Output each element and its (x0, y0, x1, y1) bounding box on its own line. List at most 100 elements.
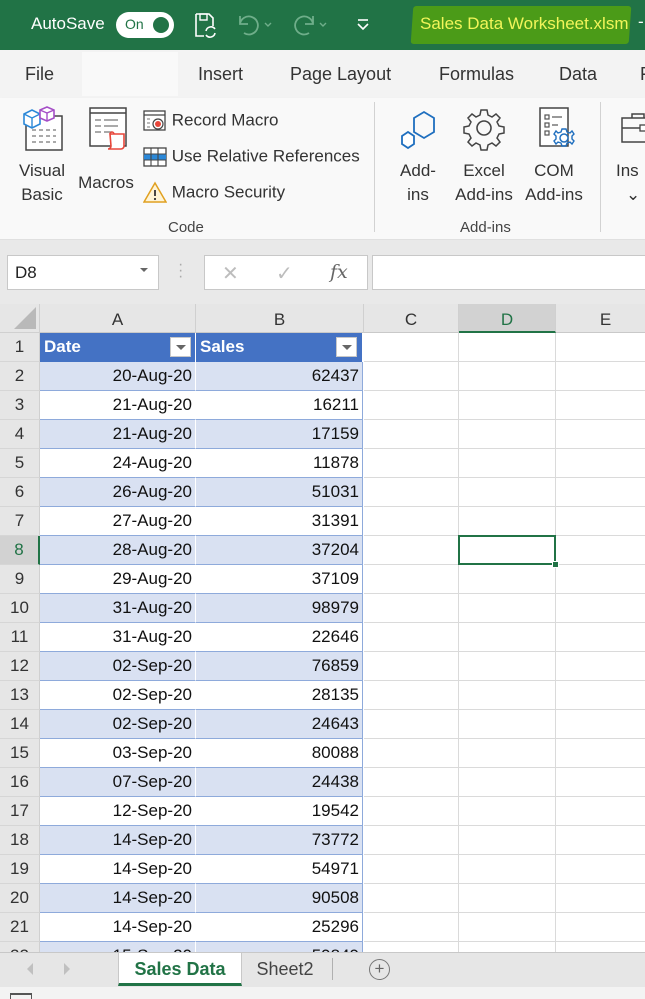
cell-c11[interactable] (364, 623, 459, 652)
active-cell-selection[interactable] (458, 535, 556, 565)
cell-d11[interactable] (459, 623, 556, 652)
table-cell-date[interactable]: 14-Sep-20 (40, 855, 196, 884)
cell-d20[interactable] (459, 884, 556, 913)
cell-c10[interactable] (364, 594, 459, 623)
table-cell-date[interactable]: 31-Aug-20 (40, 594, 196, 623)
cell-e6[interactable] (556, 478, 645, 507)
column-header-b[interactable]: B (196, 304, 364, 333)
row-header-8[interactable]: 8 (0, 536, 40, 565)
table-cell-date[interactable]: 15-Sep-20 (40, 942, 196, 952)
table-cell-sales[interactable]: 62437 (196, 362, 363, 391)
table-cell-date[interactable]: 24-Aug-20 (40, 449, 196, 478)
row-header-11[interactable]: 11 (0, 623, 40, 652)
row-header-3[interactable]: 3 (0, 391, 40, 420)
row-header-20[interactable]: 20 (0, 884, 40, 913)
cell-c7[interactable] (364, 507, 459, 536)
table-cell-date[interactable]: 02-Sep-20 (40, 681, 196, 710)
filter-dropdown-icon[interactable] (170, 337, 191, 357)
macros-button[interactable]: Macros (76, 104, 136, 195)
cell-d5[interactable] (459, 449, 556, 478)
sheet-tab-sales-data[interactable]: Sales Data (118, 953, 242, 986)
table-cell-sales[interactable]: 59849 (196, 942, 363, 952)
column-header-d[interactable]: D (459, 304, 556, 333)
cell-e4[interactable] (556, 420, 645, 449)
row-header-7[interactable]: 7 (0, 507, 40, 536)
cell-e14[interactable] (556, 710, 645, 739)
table-cell-sales[interactable]: 37109 (196, 565, 363, 594)
cancel-icon[interactable]: ✕ (222, 261, 239, 286)
undo-icon[interactable] (236, 12, 274, 41)
table-cell-date[interactable]: 14-Sep-20 (40, 884, 196, 913)
row-header-5[interactable]: 5 (0, 449, 40, 478)
row-header-1[interactable]: 1 (0, 333, 40, 362)
row-header-9[interactable]: 9 (0, 565, 40, 594)
tab-page-layout[interactable]: Page Layout (290, 64, 391, 85)
cell-d10[interactable] (459, 594, 556, 623)
row-header-14[interactable]: 14 (0, 710, 40, 739)
enter-icon[interactable]: ✓ (276, 261, 293, 286)
add-ins-button[interactable]: Add- ins (390, 104, 446, 207)
tab-file[interactable]: File (25, 64, 54, 85)
cell-d12[interactable] (459, 652, 556, 681)
cell-e13[interactable] (556, 681, 645, 710)
cell-c9[interactable] (364, 565, 459, 594)
cell-e5[interactable] (556, 449, 645, 478)
cell-e10[interactable] (556, 594, 645, 623)
cell-c12[interactable] (364, 652, 459, 681)
next-sheet-icon[interactable] (64, 963, 70, 975)
fill-handle[interactable] (552, 561, 559, 568)
customize-qat-icon[interactable] (356, 16, 370, 37)
cell-c5[interactable] (364, 449, 459, 478)
table-cell-sales[interactable]: 28135 (196, 681, 363, 710)
tab-formulas[interactable]: Formulas (439, 64, 514, 85)
use-relative-references-button[interactable]: Use Relative References (143, 145, 360, 169)
cell-e18[interactable] (556, 826, 645, 855)
cell-c2[interactable] (364, 362, 459, 391)
row-header-17[interactable]: 17 (0, 797, 40, 826)
tab-insert[interactable]: Insert (198, 64, 243, 85)
cell-d14[interactable] (459, 710, 556, 739)
row-header-15[interactable]: 15 (0, 739, 40, 768)
cell-d15[interactable] (459, 739, 556, 768)
table-cell-date[interactable]: 12-Sep-20 (40, 797, 196, 826)
cell-d22[interactable] (459, 942, 556, 952)
cell-e16[interactable] (556, 768, 645, 797)
cell-d6[interactable] (459, 478, 556, 507)
table-cell-date[interactable]: 21-Aug-20 (40, 420, 196, 449)
table-cell-date[interactable]: 14-Sep-20 (40, 913, 196, 942)
cell-c4[interactable] (364, 420, 459, 449)
cell-e15[interactable] (556, 739, 645, 768)
cell-c22[interactable] (364, 942, 459, 952)
cell-c19[interactable] (364, 855, 459, 884)
record-macro-button[interactable]: Record Macro (143, 109, 279, 133)
table-cell-sales[interactable]: 37204 (196, 536, 363, 565)
table-cell-date[interactable]: 03-Sep-20 (40, 739, 196, 768)
resize-handle-icon[interactable]: · · · (178, 257, 183, 285)
cell-d3[interactable] (459, 391, 556, 420)
cell-e22[interactable] (556, 942, 645, 952)
cell-e8[interactable] (556, 536, 645, 565)
cell-d7[interactable] (459, 507, 556, 536)
table-cell-sales[interactable]: 11878 (196, 449, 363, 478)
cell-e17[interactable] (556, 797, 645, 826)
save-sync-icon[interactable] (193, 12, 217, 43)
cell-c20[interactable] (364, 884, 459, 913)
table-cell-date[interactable]: 07-Sep-20 (40, 768, 196, 797)
cell-c15[interactable] (364, 739, 459, 768)
cell-c6[interactable] (364, 478, 459, 507)
tab-data[interactable]: Data (559, 64, 597, 85)
row-header-16[interactable]: 16 (0, 768, 40, 797)
row-header-4[interactable]: 4 (0, 420, 40, 449)
row-header-6[interactable]: 6 (0, 478, 40, 507)
cell-d4[interactable] (459, 420, 556, 449)
row-header-2[interactable]: 2 (0, 362, 40, 391)
cell-e2[interactable] (556, 362, 645, 391)
cell-d2[interactable] (459, 362, 556, 391)
table-cell-date[interactable]: 02-Sep-20 (40, 710, 196, 739)
table-cell-date[interactable]: 20-Aug-20 (40, 362, 196, 391)
row-header-19[interactable]: 19 (0, 855, 40, 884)
row-header-13[interactable]: 13 (0, 681, 40, 710)
table-cell-sales[interactable]: 24438 (196, 768, 363, 797)
cell-c1[interactable] (364, 333, 459, 362)
tab-partial[interactable]: F (640, 64, 645, 85)
